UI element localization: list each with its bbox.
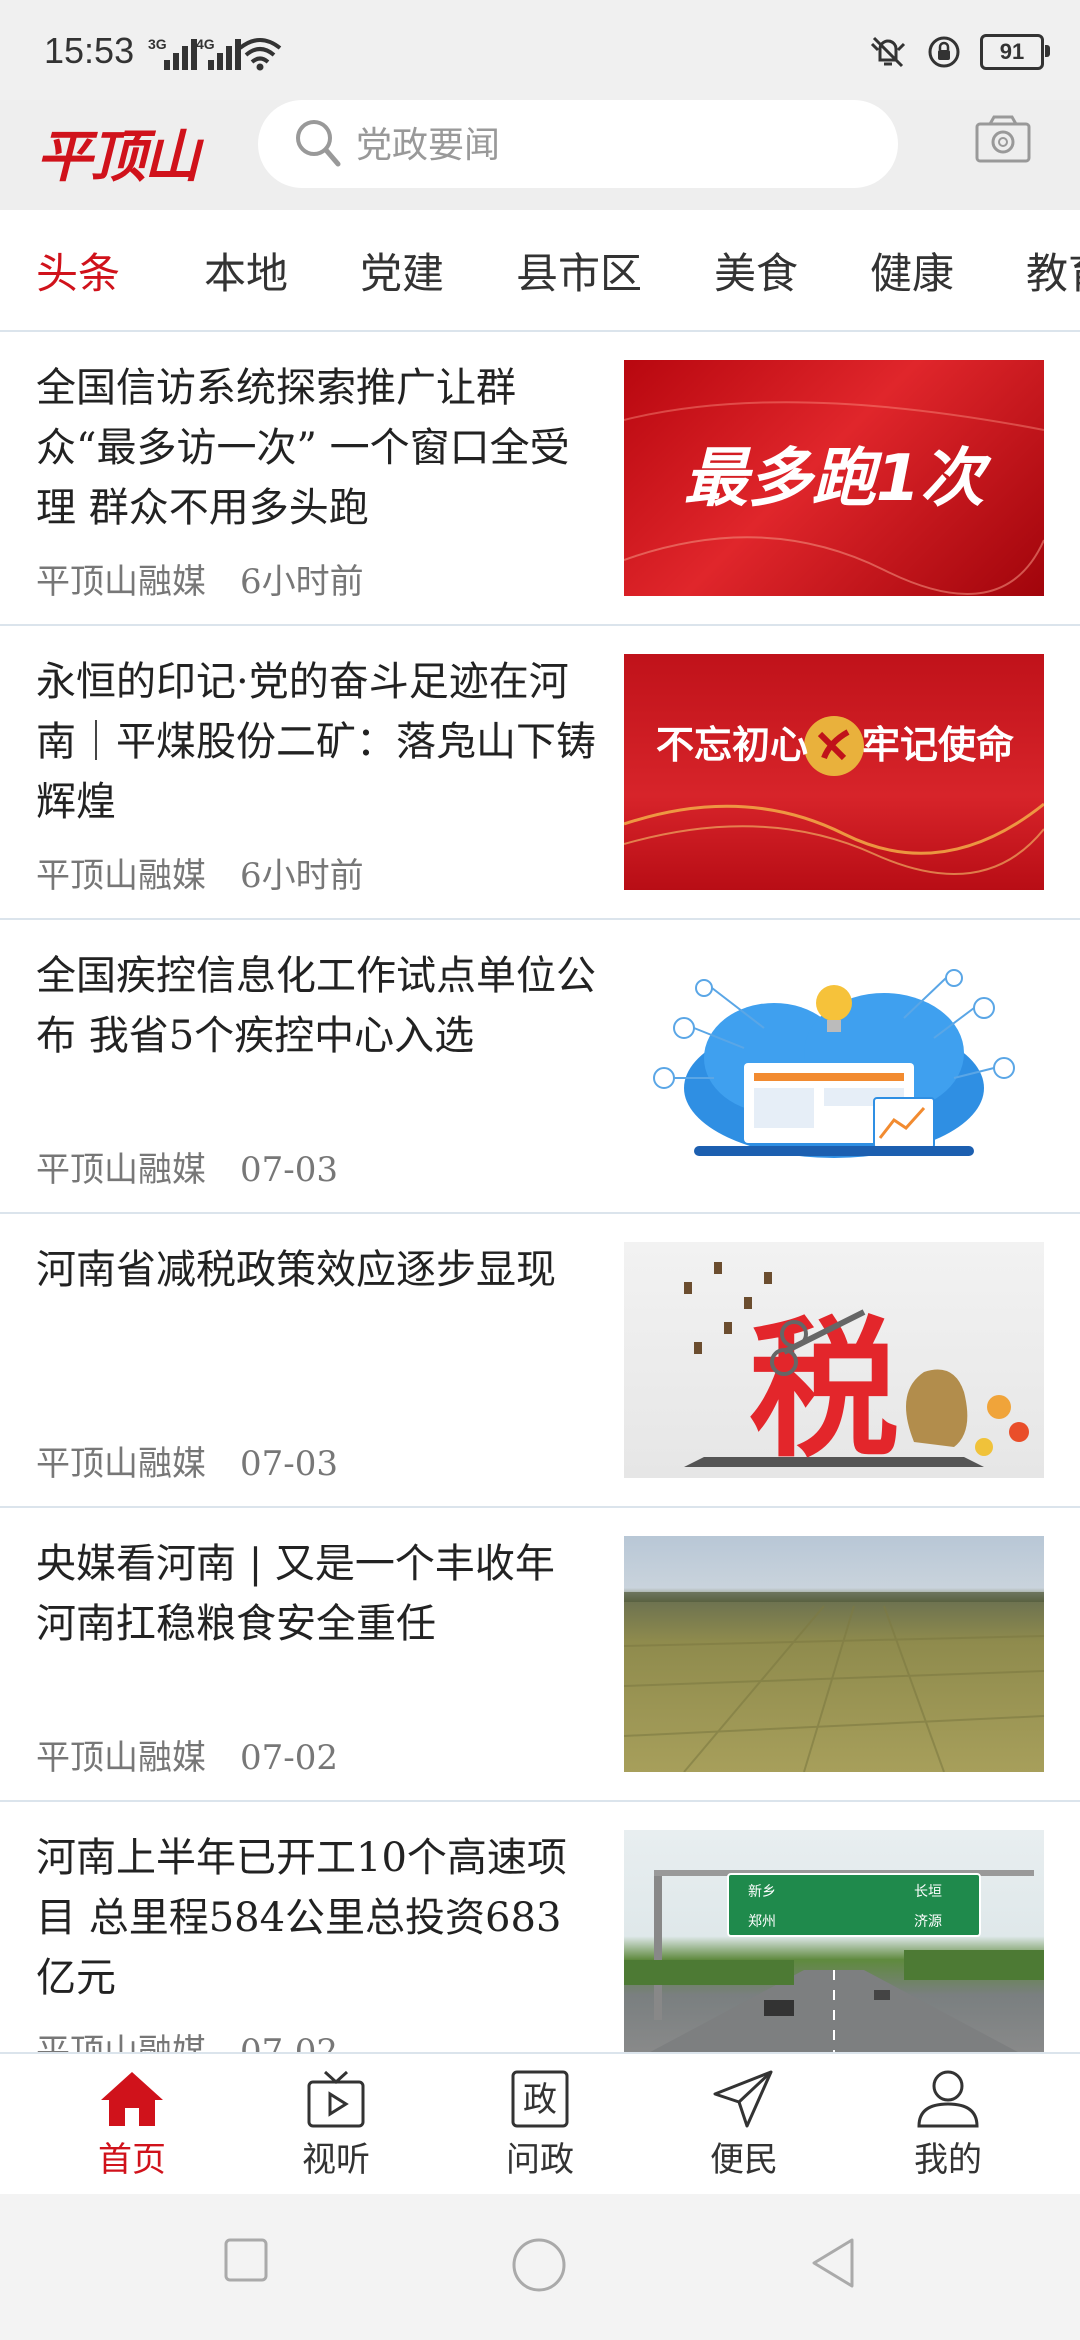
farmland-photo — [624, 1592, 1044, 1772]
tab-headlines[interactable]: 头条 — [36, 240, 120, 301]
news-source: 平顶山融媒 — [36, 1444, 206, 1484]
signal-icon-2 — [208, 38, 241, 70]
search-bar[interactable] — [258, 100, 898, 190]
news-item[interactable]: 河南省减税政策效应逐步显现 平顶山融媒 07-03 税 — [0, 1214, 1080, 1508]
zheng-icon: 政 — [511, 2070, 569, 2128]
thumbnail-graphic: 最多跑1次 — [624, 401, 1044, 595]
tab-health[interactable]: 健康 — [870, 240, 954, 301]
search-input[interactable] — [354, 100, 878, 190]
recent-apps-icon[interactable] — [222, 2236, 270, 2284]
nav-label: 视听 — [302, 2140, 370, 2180]
sign-text: 新乡 — [748, 1884, 776, 1900]
news-item[interactable]: 央媒看河南 | 又是一个丰收年 河南扛稳粮食安全重任 平顶山融媒 07-02 — [0, 1508, 1080, 1802]
nav-profile[interactable]: 我的 — [878, 2068, 1018, 2188]
signal-icon — [164, 38, 197, 70]
zheng-glyph: 政 — [523, 2080, 557, 2120]
news-thumbnail: 不忘初心 牢记使命 — [624, 654, 1044, 890]
bottom-navigation: 首页 视听 政 问政 便民 我的 — [0, 2052, 1080, 2196]
tv-icon — [307, 2070, 365, 2128]
nav-home[interactable]: 首页 — [62, 2068, 202, 2188]
news-title: 央媒看河南 | 又是一个丰收年 河南扛稳粮食安全重任 — [36, 1541, 555, 1647]
news-meta: 平顶山融媒 6小时前 — [36, 848, 364, 897]
send-icon — [713, 2070, 773, 2128]
news-source: 平顶山融媒 — [36, 562, 206, 602]
news-time: 07-03 — [240, 1444, 339, 1484]
news-item[interactable]: 河南上半年已开工10个高速项目 总里程584公里总投资683亿元 平顶山融媒 07… — [0, 1802, 1080, 2052]
thumb-text-right: 牢记使命 — [862, 723, 1014, 767]
thumb-text: 最多跑1次 — [684, 442, 993, 516]
news-thumbnail: 最多跑1次 — [624, 360, 1044, 596]
news-meta: 平顶山融媒 07-02 — [36, 1730, 338, 1779]
system-navigation-bar — [0, 2194, 1080, 2340]
rotation-lock-icon — [928, 36, 960, 68]
news-source: 平顶山融媒 — [36, 856, 206, 896]
news-title: 全国信访系统探索推广让群众“最多访一次” 一个窗口全受理 群众不用多头跑 — [36, 365, 570, 531]
nav-services[interactable]: 便民 — [674, 2068, 814, 2188]
nav-label: 问政 — [506, 2140, 574, 2180]
news-time: 07-02 — [240, 1738, 339, 1778]
cloud-computing-illustration — [653, 969, 1015, 1158]
news-time: 07-02 — [240, 2032, 339, 2052]
nav-label: 我的 — [914, 2140, 982, 2180]
battery-indicator: 91 — [980, 34, 1050, 70]
tab-local[interactable]: 本地 — [204, 240, 288, 301]
news-source: 平顶山融媒 — [36, 1738, 206, 1778]
wifi-icon — [238, 38, 282, 71]
tab-party[interactable]: 党建 — [360, 240, 444, 301]
news-time: 07-03 — [240, 1150, 339, 1190]
news-source: 平顶山融媒 — [36, 1150, 206, 1190]
tab-counties[interactable]: 县市区 — [516, 240, 642, 301]
news-title: 永恒的印记·党的奋斗足迹在河南｜平煤股份二矿：落凫山下铸辉煌 — [36, 659, 596, 825]
news-time: 6小时前 — [240, 856, 364, 896]
news-feed: 全国信访系统探索推广让群众“最多访一次” 一个窗口全受理 群众不用多头跑 平顶山… — [0, 332, 1080, 2052]
back-icon[interactable] — [808, 2236, 858, 2290]
nav-label: 首页 — [98, 2140, 166, 2180]
news-thumbnail — [624, 948, 1044, 1184]
sign-text: 济源 — [914, 1914, 942, 1930]
news-item[interactable]: 全国信访系统探索推广让群众“最多访一次” 一个窗口全受理 群众不用多头跑 平顶山… — [0, 332, 1080, 626]
thumbnail-graphic: 不忘初心 牢记使命 — [624, 716, 1044, 875]
news-meta: 平顶山融媒 07-03 — [36, 1436, 338, 1485]
news-item[interactable]: 全国疾控信息化工作试点单位公布 我省5个疾控中心入选 平顶山融媒 07-03 — [0, 920, 1080, 1214]
news-thumbnail: 新乡 郑州 长垣 济源 — [624, 1830, 1044, 2052]
news-meta: 平顶山融媒 07-03 — [36, 1142, 338, 1191]
news-source: 平顶山融媒 — [36, 2032, 206, 2052]
thumb-text-left: 不忘初心 — [656, 723, 808, 767]
app-logo[interactable]: 平顶山 — [36, 112, 200, 193]
home-icon — [101, 2072, 163, 2126]
news-time: 6小时前 — [240, 562, 364, 602]
status-right: 91 — [868, 34, 1050, 70]
nav-media[interactable]: 视听 — [266, 2068, 406, 2188]
news-title: 河南上半年已开工10个高速项目 总里程584公里总投资683亿元 — [36, 1835, 567, 2001]
category-tabs: 头条 本地 党建 县市区 美食 健康 教育 — [0, 210, 1080, 332]
status-bar: 15:53 3G 4G 91 — [0, 0, 1080, 100]
tab-education[interactable]: 教育 — [1026, 240, 1080, 301]
tab-food[interactable]: 美食 — [714, 240, 798, 301]
sign-text: 长垣 — [914, 1884, 942, 1900]
news-title: 河南省减税政策效应逐步显现 — [36, 1247, 556, 1293]
status-time: 15:53 — [44, 30, 135, 71]
user-icon — [917, 2070, 979, 2128]
news-item[interactable]: 永恒的印记·党的奋斗足迹在河南｜平煤股份二矿：落凫山下铸辉煌 平顶山融媒 6小时前… — [0, 626, 1080, 920]
news-title: 全国疾控信息化工作试点单位公布 我省5个疾控中心入选 — [36, 953, 596, 1059]
camera-icon[interactable] — [974, 114, 1032, 164]
app-header: 平顶山 — [0, 100, 1080, 210]
news-meta: 平顶山融媒 07-02 — [36, 2024, 338, 2052]
nav-label: 便民 — [710, 2140, 778, 2180]
news-meta: 平顶山融媒 6小时前 — [36, 554, 364, 603]
news-thumbnail — [624, 1536, 1044, 1772]
nav-inquiry[interactable]: 政 问政 — [470, 2068, 610, 2188]
vibrate-icon — [870, 36, 906, 68]
search-icon — [296, 120, 341, 167]
sign-text: 郑州 — [748, 1914, 776, 1930]
highway-photo: 新乡 郑州 长垣 济源 — [624, 1870, 1044, 2052]
news-thumbnail: 税 — [624, 1242, 1044, 1478]
tax-cut-illustration: 税 — [684, 1262, 1029, 1478]
home-button-icon[interactable] — [510, 2236, 568, 2294]
